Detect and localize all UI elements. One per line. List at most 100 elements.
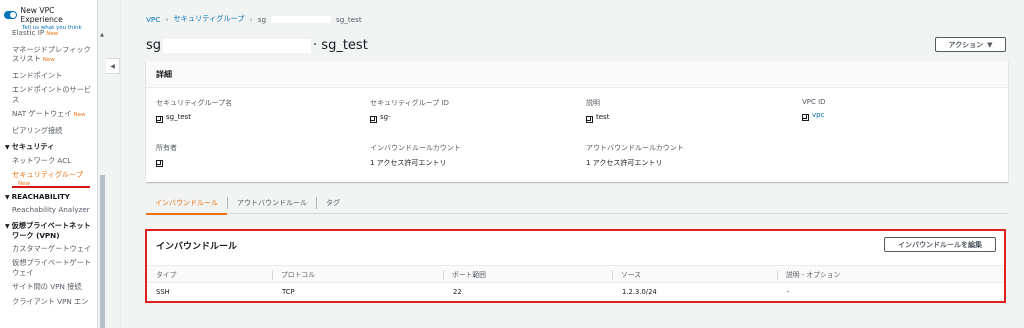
copy-icon[interactable] (802, 111, 811, 121)
sidebar-item-label: エンドポイント (12, 70, 63, 80)
field-owner: 所有者 (156, 143, 177, 167)
field-value-text: sg- (380, 113, 391, 121)
actions-button[interactable]: アクション ▼ (935, 37, 1006, 52)
sidebar-item-security-groups[interactable]: セキュリティグループ (0, 170, 96, 180)
field-outbound-count: アウトバウンドルールカウント 1 アクセス許可エントリ (586, 143, 684, 168)
field-value: 1 アクセス許可エントリ (370, 159, 447, 167)
details-panel: 詳細 セキュリティグループ名 sg_test セキュリティグループ ID sg-… (146, 61, 1008, 182)
sidebar-item-virtual-private-gateways-cont[interactable]: ウェイ (0, 268, 96, 278)
field-label: セキュリティグループ ID (370, 99, 449, 107)
sidebar-section-reachability[interactable]: ▼ REACHABILITY (0, 192, 96, 203)
scroll-up-icon[interactable]: ▲ (99, 32, 105, 38)
field-label: アウトバウンドルールカウント (586, 144, 684, 152)
sidebar-item-peering[interactable]: ピアリング接続 (0, 126, 96, 136)
sidebar-item-customer-gateways[interactable]: カスタマーゲートウェイ (0, 244, 96, 254)
field-label: 説明 (586, 99, 600, 107)
tab-tags[interactable]: タグ (317, 194, 349, 214)
sidebar-item-elastic-ip[interactable]: Elastic IP New (0, 28, 96, 40)
breadcrumb-current-suffix: sg_test (336, 14, 362, 24)
caret-down-icon: ▼ (5, 193, 10, 201)
field-label: 所有者 (156, 144, 177, 152)
sidebar-section-vpn[interactable]: ▼ 仮想プライベートネット (0, 221, 96, 232)
toggle-icon[interactable] (4, 11, 18, 19)
chevron-left-icon: ◀ (110, 62, 115, 70)
table-row[interactable]: SSH TCP 22 1.2.3.0/24 - (147, 283, 1004, 301)
vpc-experience-title: New VPC Experience (20, 6, 63, 24)
sidebar-item-endpoint-services[interactable]: エンドポイントのサービ (0, 85, 96, 95)
sidebar-item-label: カスタマーゲートウェイ (12, 243, 92, 253)
actions-label: アクション (948, 40, 984, 49)
sidebar-item-client-vpn[interactable]: クライアント VPN エン (0, 297, 96, 307)
sidebar-item-label: Elastic IP (12, 28, 45, 37)
sidebar-item-label: マネージドプレフィック (12, 44, 91, 54)
sidebar-item-nat-gateways[interactable]: NAT ゲートウェイ New (0, 109, 96, 121)
field-value[interactable]: vpc (802, 111, 826, 121)
field-value-text: sg_test (166, 113, 192, 121)
sidebar-section-vpn-cont: ワーク (VPN) (0, 231, 96, 241)
field-value: 1 アクセス許可エントリ (586, 159, 663, 167)
sidebar-item-label: Reachability Analyzer (12, 205, 90, 214)
sidebar-nav: Elastic IP New マネージドプレフィック スリスト New エンドポイン… (0, 28, 96, 306)
section-label: セキュリティ (11, 142, 55, 151)
highlight-underline (12, 186, 90, 188)
breadcrumb-security-groups[interactable]: セキュリティグループ (173, 14, 244, 24)
tab-inbound-rules[interactable]: インバウンドルール (146, 194, 227, 215)
chevron-right-icon: › (249, 14, 253, 24)
section-label: ワーク (VPN) (12, 231, 60, 240)
sidebar: New VPC Experience Tell us what you thin… (0, 0, 98, 328)
page-title-prefix: sg (146, 38, 162, 53)
cell-source: 1.2.3.0/24 (622, 288, 657, 296)
field-inbound-count: インバウンドルールカウント 1 アクセス許可エントリ (370, 143, 461, 168)
sidebar-item-endpoint-services-cont[interactable]: ス (0, 95, 96, 105)
sidebar-item-label: NAT ゲートウェイ (12, 109, 72, 118)
chevron-right-icon: › (165, 14, 169, 24)
cell-port-range: 22 (453, 288, 462, 296)
sidebar-item-network-acl[interactable]: ネットワーク ACL (0, 156, 96, 166)
section-label: REACHABILITY (11, 191, 70, 201)
edit-inbound-rules-button[interactable]: インバウンドルールを編集 (884, 237, 996, 252)
cell-protocol: TCP (282, 288, 295, 296)
field-description: 説明 test (586, 98, 609, 123)
vpc-id-link[interactable]: vpc (812, 111, 824, 119)
column-header-description[interactable]: 説明 - オプション (777, 270, 840, 280)
column-header-protocol[interactable]: プロトコル (272, 270, 315, 280)
tab-outbound-rules[interactable]: アウトバウンドルール (228, 194, 316, 214)
sidebar-item-prefix-list[interactable]: マネージドプレフィック (0, 45, 96, 55)
breadcrumb-vpc[interactable]: VPC (146, 15, 160, 24)
inbound-rules-table: タイプ プロトコル ポート範囲 ソース 説明 - オプション SSH TCP 2… (147, 265, 1004, 301)
copy-icon[interactable] (586, 113, 595, 123)
new-badge: New (42, 57, 55, 63)
caret-down-icon: ▼ (987, 40, 993, 49)
sidebar-item-label: 仮想プライベートゲート (12, 258, 92, 267)
inbound-rules-title: インバウンドルール (156, 242, 238, 252)
new-badge: New (46, 31, 59, 37)
cell-description: - (787, 288, 790, 296)
field-vpc-id: VPC ID vpc (802, 98, 826, 121)
sidebar-item-virtual-private-gateways[interactable]: 仮想プライベートゲート (0, 258, 96, 268)
sidebar-item-reachability-analyzer[interactable]: Reachability Analyzer (0, 205, 96, 215)
sidebar-item-endpoints[interactable]: エンドポイント (0, 71, 96, 81)
section-label: 仮想プライベートネット (11, 220, 91, 230)
copy-icon[interactable] (156, 158, 165, 167)
cell-type: SSH (156, 288, 170, 296)
collapse-sidebar-button[interactable]: ◀ (106, 58, 120, 74)
breadcrumb: VPC › セキュリティグループ › sg sg_test (146, 14, 362, 24)
sidebar-item-site-to-site-vpn[interactable]: サイト間の VPN 接続 (0, 282, 96, 292)
field-value: sg- (370, 113, 449, 123)
divider (120, 0, 121, 328)
field-sg-name: セキュリティグループ名 sg_test (156, 98, 232, 123)
field-value: test (586, 113, 609, 123)
sidebar-section-security[interactable]: ▼ セキュリティ (0, 142, 96, 153)
field-value (156, 158, 177, 167)
details-header: 詳細 (146, 61, 1008, 88)
column-header-type[interactable]: タイプ (147, 266, 176, 284)
sidebar-item-label: ピアリング接続 (12, 125, 63, 135)
caret-down-icon: ▼ (5, 222, 10, 230)
copy-icon[interactable] (370, 113, 379, 123)
column-header-port-range[interactable]: ポート範囲 (443, 270, 486, 280)
copy-icon[interactable] (156, 113, 165, 123)
sidebar-scroll-thumb[interactable] (100, 175, 105, 328)
column-header-source[interactable]: ソース (612, 270, 641, 280)
sidebar-item-prefix-list-cont[interactable]: スリスト New (0, 54, 96, 66)
sidebar-item-label: ス (12, 94, 20, 104)
